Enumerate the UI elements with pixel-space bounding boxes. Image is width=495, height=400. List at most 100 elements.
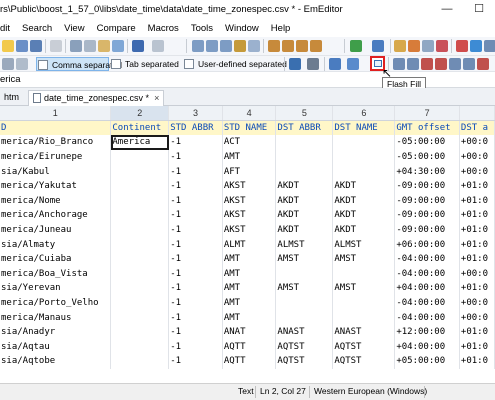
macro-record-icon[interactable] — [394, 40, 406, 52]
close-tab-icon[interactable]: × — [154, 93, 159, 103]
tab-separated-button[interactable]: Tab separated — [110, 57, 182, 71]
table-cell[interactable]: AKDT — [332, 193, 396, 209]
table-cell[interactable]: +12:00:00 — [394, 324, 460, 340]
user-defined-separated-button[interactable]: User-defined separated — [183, 57, 287, 71]
table-cell[interactable]: merica/Porto_Velho — [0, 295, 112, 311]
table-cell[interactable]: merica/Manaus — [0, 310, 112, 325]
sort-length-icon[interactable] — [449, 58, 461, 70]
maximize-icon[interactable]: ☐ — [463, 0, 495, 20]
table-cell[interactable]: AMT — [222, 310, 277, 325]
table-cell[interactable] — [110, 310, 170, 325]
table-cell[interactable]: +04:30:00 — [394, 164, 460, 179]
table-cell[interactable]: -05:00:00 — [394, 149, 460, 165]
table-cell[interactable]: +05:00:00 — [394, 354, 460, 369]
table-cell[interactable]: +01:0 — [459, 222, 495, 238]
table-cell[interactable]: -04:00:00 — [394, 310, 460, 325]
menu-search[interactable]: Search — [16, 20, 58, 37]
prev-bookmark-icon[interactable] — [296, 40, 308, 52]
status-position[interactable]: Ln 2, Col 27 — [260, 386, 306, 396]
table-cell[interactable]: sia/Yerevan — [0, 281, 112, 296]
table-cell[interactable]: AKST — [222, 222, 277, 238]
plugin-icon[interactable] — [456, 40, 468, 52]
table-cell[interactable] — [110, 281, 170, 296]
overflow-icon[interactable] — [484, 40, 495, 52]
table-cell[interactable] — [110, 354, 170, 369]
sort-date-icon[interactable] — [477, 58, 489, 70]
table-cell[interactable]: AMT — [222, 149, 277, 165]
menu-macros[interactable]: Macros — [142, 20, 185, 37]
replace-icon[interactable] — [234, 40, 246, 52]
table-cell[interactable]: -1 — [168, 208, 223, 223]
table-cell[interactable]: +00:0 — [459, 295, 495, 311]
columns-icon[interactable] — [329, 58, 341, 70]
table-cell[interactable]: AMST — [275, 251, 334, 267]
macro-run-icon[interactable] — [408, 40, 420, 52]
clipboard-icon[interactable] — [350, 40, 362, 52]
table-cell[interactable]: AQTST — [332, 354, 396, 369]
table-cell[interactable]: +00:0 — [459, 164, 495, 179]
table-cell[interactable]: ALMT — [222, 237, 277, 252]
add-column-icon[interactable] — [289, 58, 301, 70]
table-cell[interactable] — [332, 295, 396, 311]
table-cell[interactable]: -1 — [168, 222, 223, 238]
table-cell[interactable]: +01:0 — [459, 193, 495, 209]
table-cell[interactable]: +01:0 — [459, 354, 495, 369]
column-number[interactable]: 5 — [275, 106, 334, 121]
toggle-bookmark-icon[interactable] — [268, 40, 280, 52]
table-cell[interactable] — [275, 149, 334, 165]
menu-compare[interactable]: Compare — [91, 20, 142, 37]
table-cell[interactable]: AKST — [222, 193, 277, 209]
table-cell[interactable] — [110, 222, 170, 238]
table-cell[interactable]: AKDT — [275, 222, 334, 238]
comma-separated-button[interactable]: Comma separated — [36, 57, 122, 71]
table-cell[interactable]: merica/Juneau — [0, 222, 112, 238]
find-prev-icon[interactable] — [220, 40, 232, 52]
table-cell[interactable]: +01:0 — [459, 339, 495, 354]
table-cell[interactable]: AFT — [222, 164, 277, 179]
table-cell[interactable]: AMT — [222, 266, 277, 282]
table-cell[interactable]: +00:0 — [459, 149, 495, 165]
table-cell[interactable]: -05:00:00 — [394, 135, 460, 150]
table-cell[interactable]: merica/Yakutat — [0, 178, 112, 194]
table-cell[interactable]: -1 — [168, 354, 223, 369]
menu-window[interactable]: Window — [219, 20, 265, 37]
table-cell[interactable]: AKDT — [275, 208, 334, 223]
table-cell[interactable] — [110, 266, 170, 282]
table-cell[interactable]: merica/Nome — [0, 193, 112, 209]
table-cell[interactable] — [275, 135, 334, 150]
tab-date-time-zonespec[interactable]: date_time_zonespec.csv * × — [28, 90, 165, 106]
copy-icon[interactable] — [84, 40, 96, 52]
table-cell[interactable]: sia/Kabul — [0, 164, 112, 179]
header-cell[interactable]: GMT offset — [394, 120, 460, 136]
table-cell[interactable]: +04:00:00 — [394, 281, 460, 296]
table-cell[interactable]: +01:0 — [459, 237, 495, 252]
table-cell[interactable] — [110, 149, 170, 165]
table-cell[interactable]: -1 — [168, 324, 223, 340]
table-cell[interactable]: -04:00:00 — [394, 295, 460, 311]
menu-edit[interactable]: dit — [0, 20, 16, 37]
table-cell[interactable]: AKDT — [275, 193, 334, 209]
table-cell[interactable]: AQTST — [332, 339, 396, 354]
header-cell[interactable]: DST ABBR — [275, 120, 334, 136]
options-icon[interactable] — [470, 40, 482, 52]
table-cell[interactable]: -09:00:00 — [394, 208, 460, 223]
minimize-icon[interactable]: — — [431, 0, 463, 20]
sort-numeric-desc-icon[interactable] — [435, 58, 447, 70]
column-number[interactable] — [459, 106, 495, 121]
redo-icon[interactable] — [152, 40, 164, 52]
table-cell[interactable]: -1 — [168, 266, 223, 282]
table-cell[interactable]: America — [110, 135, 170, 150]
table-cell[interactable]: -1 — [168, 237, 223, 252]
csv-normal-icon[interactable] — [16, 58, 28, 70]
table-cell[interactable]: ANAT — [222, 324, 277, 340]
table-cell[interactable] — [110, 193, 170, 209]
print-icon[interactable] — [50, 40, 62, 52]
table-cell[interactable] — [332, 164, 396, 179]
table-cell[interactable] — [275, 164, 334, 179]
undo-icon[interactable] — [132, 40, 144, 52]
table-cell[interactable]: -1 — [168, 295, 223, 311]
table-cell[interactable]: merica/Cuiaba — [0, 251, 112, 267]
cut-icon[interactable] — [70, 40, 82, 52]
table-cell[interactable] — [110, 324, 170, 340]
select-icon[interactable] — [112, 40, 124, 52]
